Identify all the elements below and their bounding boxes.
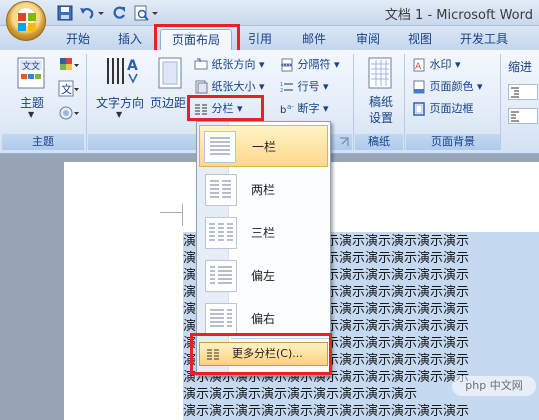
theme-dropdown-icon[interactable]: ▼: [28, 110, 34, 119]
margins-button[interactable]: 页边距: [150, 94, 186, 112]
columns-highlight: [187, 95, 264, 121]
hyphenation-label: 断字: [297, 102, 320, 115]
margin-mark: [182, 204, 183, 226]
line-numbers-button[interactable]: 12 行号 ▾: [280, 78, 329, 96]
watermark-button[interactable]: A 水印 ▾: [412, 56, 461, 74]
group-separator: [86, 54, 87, 150]
menu-item-one-column[interactable]: 一栏: [199, 125, 328, 167]
save-icon[interactable]: [56, 4, 74, 22]
two-columns-icon: [205, 174, 237, 206]
dialog-launcher-icon[interactable]: [339, 136, 349, 146]
watermark-label: 水印: [429, 58, 452, 71]
menu-item-label: 偏左: [251, 269, 276, 283]
tab-insert[interactable]: 插入: [108, 29, 152, 50]
title-bar: 文档 1 - Microsoft Word: [0, 0, 539, 26]
tab-review[interactable]: 审阅: [346, 29, 390, 50]
page-background-group-label: 页面背景: [406, 134, 500, 150]
window-title: 文档 1 - Microsoft Word: [384, 8, 533, 23]
manuscript-button[interactable]: 稿纸 设置: [366, 94, 396, 126]
size-icon: [195, 80, 208, 94]
theme-effects-icon[interactable]: [58, 104, 80, 122]
indent-right-field[interactable]: [508, 108, 538, 124]
svg-text:a-: a-: [287, 103, 294, 111]
manuscript-icon: [366, 56, 396, 90]
group-separator: [500, 54, 501, 150]
line-numbers-label: 行号: [297, 80, 320, 93]
theme-colors-icon[interactable]: [58, 56, 80, 74]
svg-text:文: 文: [61, 82, 72, 96]
undo-icon[interactable]: [78, 4, 96, 22]
line-numbers-icon: 12: [280, 82, 293, 94]
tab-mailings[interactable]: 邮件: [292, 29, 336, 50]
customize-icon[interactable]: [150, 4, 160, 22]
svg-text:2: 2: [280, 88, 283, 94]
breaks-button[interactable]: 分隔符 ▾: [280, 56, 340, 74]
orientation-button[interactable]: 纸张方向 ▾: [194, 56, 265, 74]
menu-item-three-columns[interactable]: 三栏: [201, 212, 330, 254]
svg-text:b: b: [280, 105, 286, 116]
page-color-button[interactable]: 页面颜色 ▾: [412, 78, 483, 96]
tab-view[interactable]: 视图: [398, 29, 442, 50]
margin-mark: [160, 212, 182, 213]
margins-icon: [156, 56, 186, 90]
group-separator: [353, 54, 354, 150]
orientation-label: 纸张方向: [211, 58, 256, 71]
theme-group-label: 主题: [2, 134, 84, 150]
theme-icon: 文文: [17, 57, 45, 89]
redo-icon[interactable]: [110, 4, 128, 22]
svg-text:文文: 文文: [22, 60, 40, 72]
watermark-icon: A: [413, 58, 425, 72]
page-borders-button[interactable]: 页面边框: [412, 100, 474, 118]
left-column-icon: [205, 260, 237, 292]
right-column-icon: [205, 303, 237, 335]
menu-item-label: 一栏: [252, 140, 277, 154]
breaks-label: 分隔符: [297, 58, 331, 71]
size-label: 纸张大小: [211, 80, 256, 93]
php-watermark: php 中文网: [452, 376, 536, 396]
text-line: 演示演示演示演示演示演示演示演示演示: [183, 387, 418, 402]
ribbon-tab-bar: 开始 插入 页面布局 引用 邮件 审阅 视图 开发工具: [0, 26, 539, 50]
text-line: 演示演示演示演示演示演示演示演示演示演示演示: [183, 404, 470, 419]
tab-developer[interactable]: 开发工具: [452, 29, 516, 50]
orientation-icon: [194, 58, 208, 70]
manuscript-label-line2: 设置: [368, 111, 393, 125]
svg-text:A: A: [415, 62, 422, 72]
undo-dropdown-icon[interactable]: [97, 4, 105, 22]
menu-item-left[interactable]: 偏左: [201, 255, 330, 297]
theme-button[interactable]: 文文: [14, 56, 52, 96]
size-button[interactable]: 纸张大小 ▾: [194, 78, 265, 96]
menu-item-label: 三栏: [251, 226, 276, 240]
office-button[interactable]: [6, 1, 46, 41]
indent-label: 缩进: [508, 60, 533, 74]
page-borders-icon: [413, 102, 425, 116]
theme-fonts-icon[interactable]: 文: [58, 80, 80, 98]
one-column-icon: [204, 131, 236, 163]
manuscript-label-line1: 稿纸: [368, 95, 393, 109]
indent-left-field[interactable]: [508, 84, 538, 100]
tab-references[interactable]: 引用: [238, 29, 282, 50]
tab-home[interactable]: 开始: [56, 29, 100, 50]
menu-item-two-columns[interactable]: 两栏: [201, 169, 330, 211]
more-columns-highlight: [190, 333, 332, 375]
text-direction-dropdown-icon[interactable]: ▼: [116, 110, 122, 119]
office-logo-icon: [18, 13, 36, 31]
breaks-icon: [281, 58, 293, 72]
page-color-label: 页面颜色: [429, 80, 474, 93]
menu-item-label: 两栏: [251, 183, 276, 197]
page-color-icon: [413, 80, 425, 94]
page-borders-label: 页面边框: [429, 102, 474, 115]
svg-text:A: A: [127, 58, 138, 74]
three-columns-icon: [205, 217, 237, 249]
print-preview-icon[interactable]: [132, 4, 150, 22]
hyphenation-button[interactable]: b a- 断字 ▾: [280, 100, 329, 118]
text-direction-icon: A: [100, 54, 140, 94]
group-separator: [404, 54, 405, 150]
hyphenation-icon: b a-: [280, 103, 294, 116]
manuscript-group-label: 稿纸: [355, 134, 403, 150]
